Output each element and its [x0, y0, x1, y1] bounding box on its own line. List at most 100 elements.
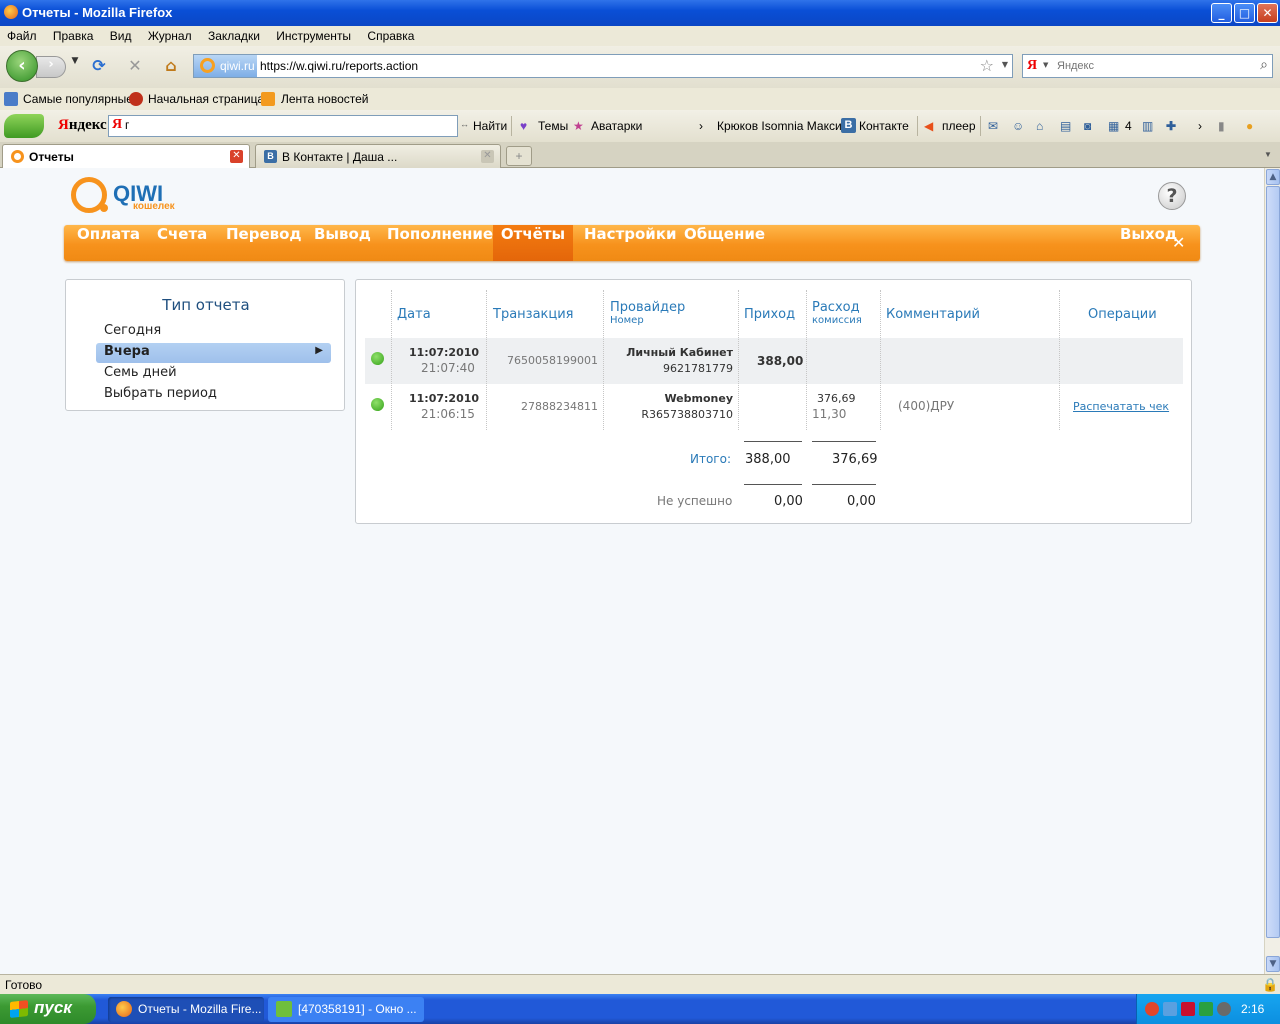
avatars-button[interactable]: Аватарки	[591, 119, 642, 133]
stop-icon[interactable]: ✕	[124, 56, 146, 78]
minimize-button[interactable]: _	[1211, 3, 1232, 23]
header-comment: Комментарий	[886, 307, 980, 322]
nav-accounts[interactable]: Счета	[145, 225, 219, 261]
logout-button[interactable]: Выход	[1108, 225, 1207, 261]
nav-communication[interactable]: Общение	[672, 225, 777, 261]
nav-withdraw[interactable]: Вывод	[302, 225, 383, 261]
nav-reports[interactable]: Отчёты	[493, 225, 573, 261]
tab-vkontakte[interactable]: B В Контакте | Даша ... ✕	[255, 144, 501, 168]
themes-button[interactable]: Темы	[538, 119, 568, 133]
close-tab-icon[interactable]: ✕	[481, 150, 494, 163]
mail-icon[interactable]: ✉	[988, 119, 998, 133]
tray-antivirus-icon[interactable]	[1145, 1002, 1159, 1016]
header-income[interactable]: Приход	[744, 307, 795, 322]
person-icon[interactable]: ☺	[1012, 119, 1024, 133]
failed-divider	[744, 484, 802, 485]
new-tab-button[interactable]: +	[506, 146, 532, 166]
bookmark-popular[interactable]: Самые популярные	[23, 92, 133, 106]
column-divider	[603, 290, 604, 430]
close-window-button[interactable]: ✕	[1257, 3, 1278, 23]
lock-icon[interactable]: 🔒	[1262, 977, 1278, 993]
search-input[interactable]	[1055, 58, 1245, 74]
start-button[interactable]: пуск	[0, 994, 96, 1024]
yandex-bar-lizard-icon[interactable]	[4, 114, 44, 138]
engine-dropdown-icon[interactable]: ▼	[1043, 61, 1048, 69]
qiwi-logo[interactable]: QIWI кошелек	[71, 177, 181, 217]
row1-income: 388,00	[757, 354, 804, 368]
vk-button[interactable]: Контакте	[859, 119, 909, 133]
close-x-icon[interactable]: ✕	[1172, 233, 1185, 252]
chevron-right-icon[interactable]: ›	[699, 119, 703, 133]
reload-icon[interactable]: ⟳	[88, 56, 110, 78]
url-bar[interactable]: qiwi.ru https://w.qiwi.ru/reports.action…	[193, 54, 1013, 78]
url-dropdown-icon[interactable]: ▼	[1002, 60, 1008, 69]
resize-handle-icon[interactable]: ↔	[460, 119, 469, 129]
header-provider[interactable]: Провайдер Номер	[610, 300, 685, 326]
close-tab-icon[interactable]: ✕	[230, 150, 243, 163]
vertical-scrollbar[interactable]: ▲ ▼	[1264, 168, 1280, 974]
search-bar[interactable]: Я ▼ ⌕	[1022, 54, 1273, 78]
nav-payment[interactable]: Оплата	[65, 225, 152, 261]
menu-edit[interactable]: Правка	[46, 26, 100, 43]
print-receipt-link[interactable]: Распечатать чек	[1073, 400, 1169, 413]
add-button-icon[interactable]: ✚	[1166, 119, 1176, 133]
scroll-thumb[interactable]	[1266, 186, 1280, 938]
nav-topup[interactable]: Пополнение	[375, 225, 505, 261]
find-button[interactable]: Найти	[473, 119, 507, 133]
home-icon[interactable]: ⌂	[160, 56, 182, 78]
popular-bookmark-icon	[4, 92, 18, 106]
history-dropdown-icon[interactable]: ▼	[64, 56, 86, 78]
task-firefox[interactable]: Отчеты - Mozilla Fire...	[108, 997, 264, 1022]
tray-network-icon[interactable]	[1163, 1002, 1177, 1016]
player-button[interactable]: плеер	[942, 119, 976, 133]
back-button[interactable]: ‹	[6, 50, 38, 82]
maximize-button[interactable]: □	[1234, 3, 1255, 23]
menu-help[interactable]: Справка	[360, 26, 420, 43]
document-icon[interactable]: ▥	[1142, 119, 1153, 133]
scroll-down-arrow-icon[interactable]: ▼	[1266, 956, 1280, 972]
photo-icon[interactable]: ◙	[1084, 119, 1091, 133]
task-icq-window[interactable]: [470358191] - Окно ...	[268, 997, 424, 1022]
menu-file[interactable]: Файл	[0, 26, 43, 43]
header-transaction[interactable]: Транзакция	[493, 307, 574, 322]
column-divider	[880, 290, 881, 430]
header-date[interactable]: Дата	[397, 307, 431, 322]
news-icon[interactable]: ▤	[1060, 119, 1071, 133]
search-icon[interactable]: ⌕	[1260, 57, 1268, 73]
tab-list-icon[interactable]: ▼	[1264, 150, 1272, 159]
report-type-yesterday[interactable]: Вчера ▶	[96, 343, 331, 363]
yandex-engine-icon[interactable]: Я	[1027, 58, 1037, 74]
nav-transfer[interactable]: Перевод	[214, 225, 314, 261]
bookmark-start-page[interactable]: Начальная страница	[148, 92, 264, 106]
header-expense[interactable]: Расход комиссия	[812, 300, 862, 326]
menu-view[interactable]: Вид	[103, 26, 138, 43]
tray-volume-icon[interactable]	[1217, 1002, 1231, 1016]
row2-date: 11:07:2010	[409, 392, 480, 405]
scroll-up-arrow-icon[interactable]: ▲	[1266, 169, 1280, 185]
home-page-icon[interactable]: ⌂	[1036, 119, 1043, 133]
report-type-select-period[interactable]: Выбрать период	[96, 385, 331, 405]
menu-tools[interactable]: Инструменты	[269, 26, 357, 43]
forward-button[interactable]: ›	[36, 56, 66, 78]
video-icon[interactable]: ▦	[1108, 119, 1119, 133]
tray-punto-icon[interactable]	[1199, 1002, 1213, 1016]
report-table: Дата Транзакция Провайдер Номер Приход Ра…	[355, 279, 1192, 524]
site-identity-button[interactable]: qiwi.ru	[194, 55, 257, 77]
tray-kaspersky-icon[interactable]	[1181, 1002, 1195, 1016]
report-type-today[interactable]: Сегодня	[96, 322, 331, 342]
star-bookmark-icon[interactable]: ☆	[980, 56, 994, 75]
url-text[interactable]: https://w.qiwi.ru/reports.action	[260, 59, 418, 73]
menu-history[interactable]: Журнал	[141, 26, 198, 43]
help-button[interactable]: ?	[1158, 182, 1186, 210]
bookmark-news-feed[interactable]: Лента новостей	[281, 92, 369, 106]
more-chevron-icon[interactable]: ›	[1198, 119, 1202, 133]
yandex-logo[interactable]: Яндекс	[58, 117, 107, 134]
failed-label: Не успешно	[657, 494, 733, 508]
chat-bubble-icon[interactable]: ●	[1246, 119, 1253, 133]
yandex-search-input[interactable]: Яг	[108, 115, 458, 137]
user-name-button[interactable]: Крюков Isomnia Максим	[717, 119, 850, 133]
status-text: Готово	[5, 978, 43, 992]
tab-reports[interactable]: Отчеты ✕	[2, 144, 250, 168]
report-type-seven-days[interactable]: Семь дней	[96, 364, 331, 384]
menu-bookmarks[interactable]: Закладки	[201, 26, 266, 43]
